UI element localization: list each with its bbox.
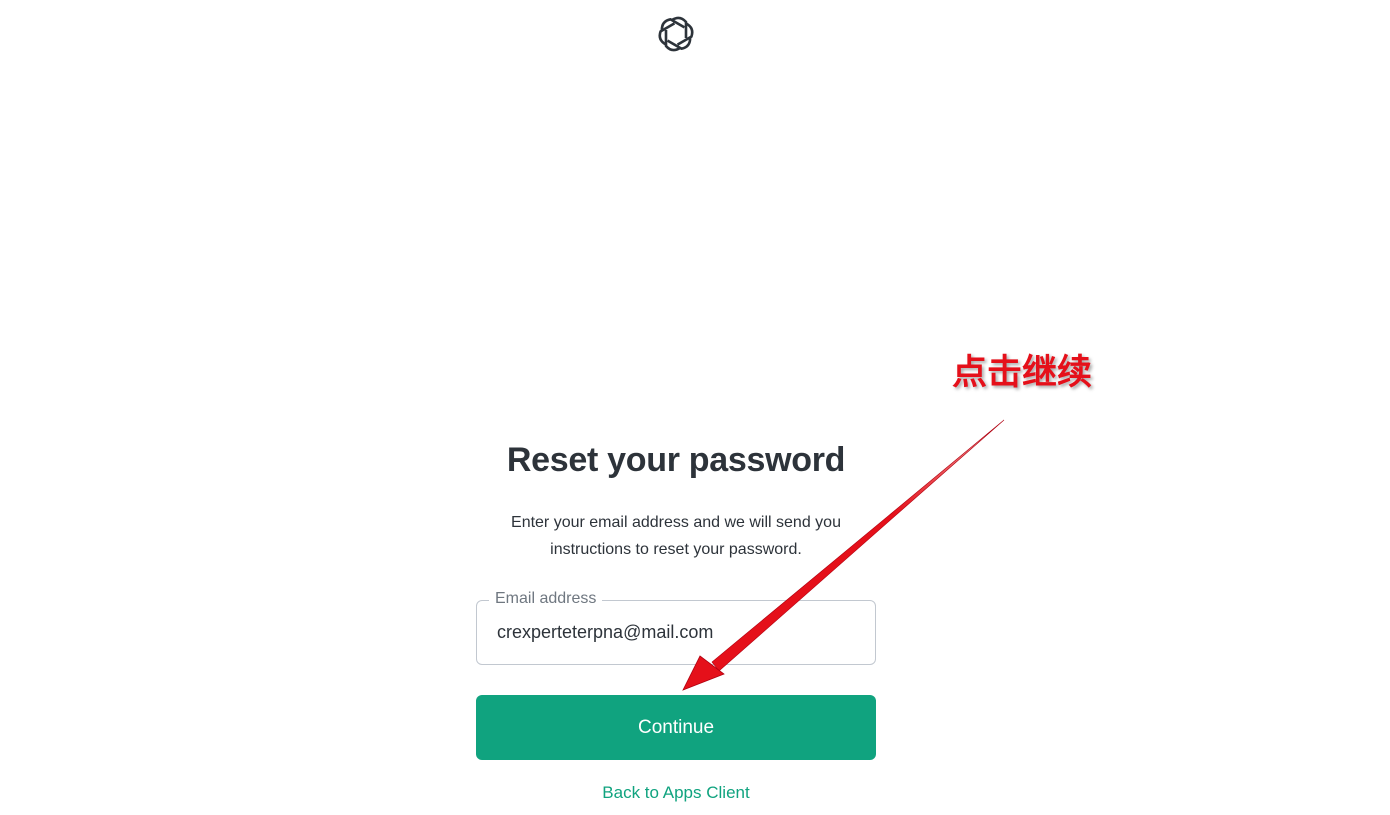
reset-password-page: Reset your password Enter your email add… bbox=[0, 0, 1390, 815]
annotation-arrow bbox=[682, 419, 1005, 691]
page-description: Enter your email address and we will sen… bbox=[511, 514, 841, 558]
openai-logo-icon bbox=[655, 13, 697, 55]
back-to-apps-client-link[interactable]: Back to Apps Client bbox=[476, 783, 876, 803]
email-input[interactable] bbox=[497, 601, 857, 664]
annotation-label: 点击继续 bbox=[952, 353, 1093, 393]
continue-button[interactable]: Continue bbox=[476, 695, 876, 760]
page-title: Reset your password bbox=[506, 441, 846, 479]
email-field[interactable]: Email address bbox=[476, 590, 876, 665]
